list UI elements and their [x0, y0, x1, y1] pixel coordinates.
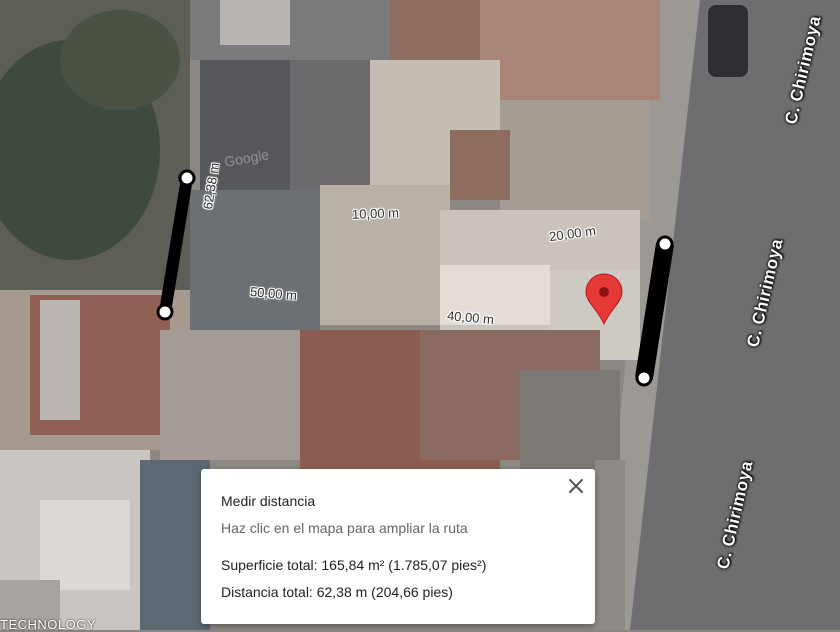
total-area-text: Superficie total: 165,84 m² (1.785,07 pi…: [221, 557, 487, 573]
segment-length-label: 10,00 m: [351, 205, 400, 222]
panel-title: Medir distancia: [221, 493, 316, 509]
close-button[interactable]: [565, 475, 587, 497]
vertex-handle[interactable]: [178, 169, 196, 187]
vertex-handle[interactable]: [635, 369, 653, 387]
measure-distance-panel: Medir distancia Haz clic en el mapa para…: [201, 469, 595, 624]
panel-hint: Haz clic en el mapa para ampliar la ruta: [221, 520, 468, 536]
close-icon: [569, 479, 583, 493]
total-distance-text: Distancia total: 62,38 m (204,66 pies): [221, 584, 453, 600]
vertex-handle[interactable]: [656, 235, 674, 253]
vertex-handle[interactable]: [156, 303, 174, 321]
